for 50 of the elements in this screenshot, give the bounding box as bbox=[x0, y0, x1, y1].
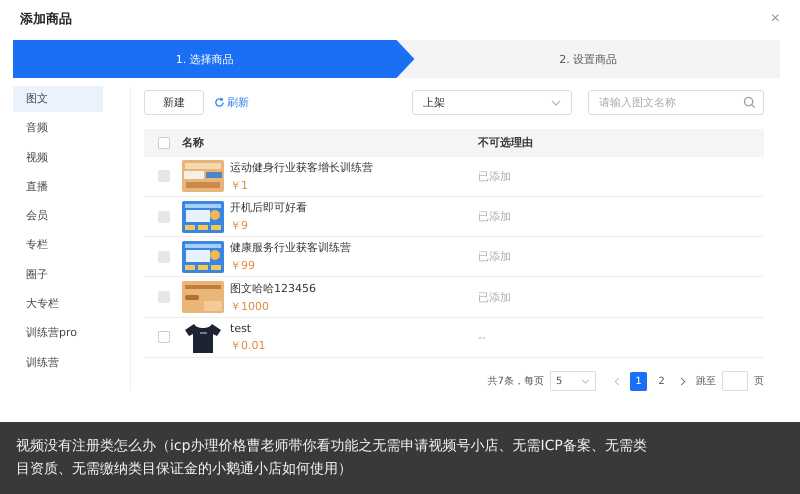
sidebar-item[interactable]: 圈子 bbox=[13, 262, 103, 288]
reason-text: 已添加 bbox=[478, 209, 512, 224]
sidebar-item[interactable]: 大专栏 bbox=[13, 291, 103, 318]
product-name: 图文哈哈123456 bbox=[230, 280, 316, 296]
caret-icon bbox=[551, 100, 561, 106]
refresh-link[interactable]: 刷新 bbox=[214, 95, 249, 110]
product-price: ￥0.01 bbox=[230, 338, 266, 353]
jump-label: 跳至 bbox=[696, 374, 716, 388]
reason-text: 已添加 bbox=[478, 249, 512, 264]
sidebar-item[interactable]: 训练营 bbox=[13, 350, 103, 376]
sidebar-item[interactable]: 音频 bbox=[13, 115, 103, 142]
sidebar-item[interactable]: 专栏 bbox=[13, 232, 103, 258]
product-name: 开机后即可好看 bbox=[230, 200, 307, 216]
product-price: ￥1 bbox=[230, 178, 248, 193]
refresh-icon bbox=[214, 97, 225, 108]
jump-field[interactable] bbox=[722, 371, 748, 392]
product-price: ￥99 bbox=[230, 258, 255, 274]
select-all-checkbox[interactable] bbox=[158, 136, 170, 149]
product-price: ￥9 bbox=[230, 218, 248, 234]
reason-text: 已添加 bbox=[478, 290, 512, 305]
search-field[interactable]: 请输入图文名称 bbox=[588, 90, 764, 115]
previous-page-icon[interactable] bbox=[614, 376, 620, 386]
product-name: test bbox=[230, 322, 252, 335]
caret-icon bbox=[581, 378, 590, 384]
next-page-icon[interactable] bbox=[680, 376, 686, 386]
search-icon[interactable] bbox=[743, 96, 756, 109]
row-checkbox[interactable] bbox=[158, 331, 170, 344]
caption-text: 视频没有注册类怎么办（icp办理价格曹老师带你看功能之无需申请视频号小店、无需ICP备案、无需类 bbox=[16, 438, 647, 455]
sidebar-item[interactable]: 训练营pro bbox=[13, 320, 103, 346]
page-suffix: 页 bbox=[754, 375, 764, 388]
page-button[interactable]: 1 bbox=[630, 372, 647, 391]
page-size-select[interactable]: 5 bbox=[550, 371, 596, 392]
product-name: 健康服务行业获客训练营 bbox=[230, 240, 351, 256]
product-price: ￥1000 bbox=[230, 298, 269, 314]
total-count: 共7条，每页 bbox=[488, 374, 544, 388]
column-header: 名称 bbox=[182, 135, 205, 150]
dialog-title: 添加商品 bbox=[20, 10, 72, 28]
status-select[interactable]: 上架 bbox=[412, 90, 572, 115]
sidebar-item[interactable]: 会员 bbox=[13, 203, 103, 230]
sidebar-item[interactable]: 图文 bbox=[13, 86, 103, 112]
page-button[interactable]: 2 bbox=[653, 372, 670, 391]
step-tab[interactable]: 1. 选择商品 bbox=[13, 40, 414, 78]
new-button[interactable]: 新建 bbox=[144, 90, 204, 115]
reason-text: 已添加 bbox=[478, 168, 512, 184]
sidebar-item[interactable]: 视频 bbox=[13, 144, 103, 171]
product-name: 运动健身行业获客增长训练营 bbox=[230, 160, 373, 175]
sidebar-item[interactable]: 直播 bbox=[13, 174, 103, 200]
caption-text: 目资质、无需缴纳类目保证金的小鹅通小店如何使用） bbox=[16, 461, 352, 478]
column-header: 不可选理由 bbox=[478, 135, 534, 150]
reason-text: -- bbox=[478, 330, 487, 344]
